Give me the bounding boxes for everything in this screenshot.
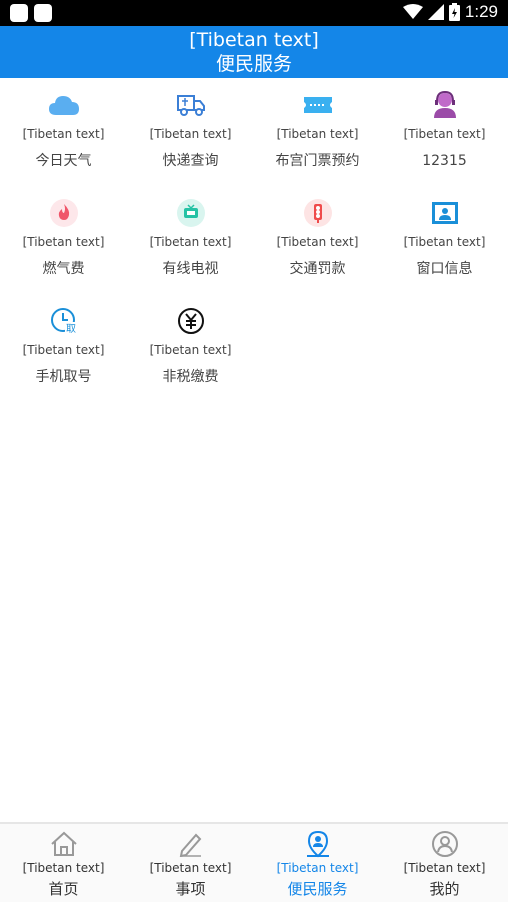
service-express[interactable]: [Tibetan text] 快递查询 [127,80,254,188]
service-gas-fee[interactable]: [Tibetan text] 燃气费 [0,188,127,296]
location-person-icon [303,830,333,858]
tv-icon [175,198,207,228]
status-time: 1:29 [464,2,498,21]
tab-convenience-services[interactable]: [Tibetan text] 便民服务 [254,824,381,902]
service-label: 窗口信息 [416,261,473,277]
service-traffic-fine[interactable]: [Tibetan text] 交通罚款 [254,188,381,296]
service-label: 有线电视 [162,261,219,277]
battery-icon [448,3,460,21]
window-info-icon [429,198,461,228]
tab-label-tibetan: [Tibetan text] [22,861,105,875]
service-label: 非税缴费 [162,369,219,385]
tab-label-tibetan: [Tibetan text] [149,861,232,875]
service-label: 12315 [422,153,467,169]
tab-label: 首页 [48,880,79,898]
service-label-tibetan: [Tibetan text] [22,343,105,357]
svg-text:取: 取 [66,323,76,335]
user-icon [430,830,460,858]
service-label-tibetan: [Tibetan text] [149,343,232,357]
queue-number-icon: 取 [48,306,80,336]
service-label: 手机取号 [35,369,92,385]
service-weather[interactable]: [Tibetan text] 今日天气 [0,80,127,188]
bottom-tab-bar: [Tibetan text] 首页 [Tibetan text] 事项 [Tib… [0,822,508,902]
tab-label: 我的 [429,880,460,898]
notification-icon [34,4,52,22]
service-label-tibetan: [Tibetan text] [149,127,232,141]
service-label-tibetan: [Tibetan text] [403,235,486,249]
tab-label: 便民服务 [287,880,348,898]
service-label: 今日天气 [35,153,92,169]
notification-icon [10,4,28,22]
pen-icon [176,830,206,858]
app-header: [Tibetan text] 便民服务 [0,26,508,78]
service-label-tibetan: [Tibetan text] [22,127,105,141]
page-title: 便民服务 [215,53,292,75]
service-label-tibetan: [Tibetan text] [276,127,359,141]
tab-matters[interactable]: [Tibetan text] 事项 [127,824,254,902]
notification-icons [10,4,52,22]
tab-label: 事项 [175,880,206,898]
service-label-tibetan: [Tibetan text] [22,235,105,249]
services-grid: [Tibetan text] 今日天气 [Tibetan text] 快递查询 … [0,80,508,404]
service-label-tibetan: [Tibetan text] [403,127,486,141]
customer-service-icon [429,90,461,120]
status-indicators: 1:29 [402,2,498,22]
service-non-tax-payment[interactable]: [Tibetan text] 非税缴费 [127,296,254,404]
traffic-light-icon [302,198,334,228]
yuan-icon [175,306,207,336]
tab-label-tibetan: [Tibetan text] [403,861,486,875]
service-label-tibetan: [Tibetan text] [276,235,359,249]
flame-icon [48,198,80,228]
tab-label-tibetan: [Tibetan text] [276,861,359,875]
service-12315[interactable]: [Tibetan text] 12315 [381,80,508,188]
service-label: 燃气费 [42,261,85,277]
status-bar: 1:29 [0,0,508,26]
service-mobile-queue[interactable]: 取 [Tibetan text] 手机取号 [0,296,127,404]
service-potala-ticket[interactable]: [Tibetan text] 布宫门票预约 [254,80,381,188]
page-title-tibetan: [Tibetan text] [189,29,319,51]
wifi-icon [402,4,423,19]
delivery-truck-icon [175,90,207,120]
service-label: 交通罚款 [289,261,346,277]
service-label-tibetan: [Tibetan text] [149,235,232,249]
service-label: 布宫门票预约 [275,153,360,169]
service-window-info[interactable]: [Tibetan text] 窗口信息 [381,188,508,296]
service-cable-tv[interactable]: [Tibetan text] 有线电视 [127,188,254,296]
signal-icon [427,4,444,20]
service-label: 快递查询 [162,153,219,169]
cloud-icon [48,90,80,120]
tab-home[interactable]: [Tibetan text] 首页 [0,824,127,902]
ticket-icon [302,90,334,120]
home-icon [49,830,79,858]
tab-mine[interactable]: [Tibetan text] 我的 [381,824,508,902]
